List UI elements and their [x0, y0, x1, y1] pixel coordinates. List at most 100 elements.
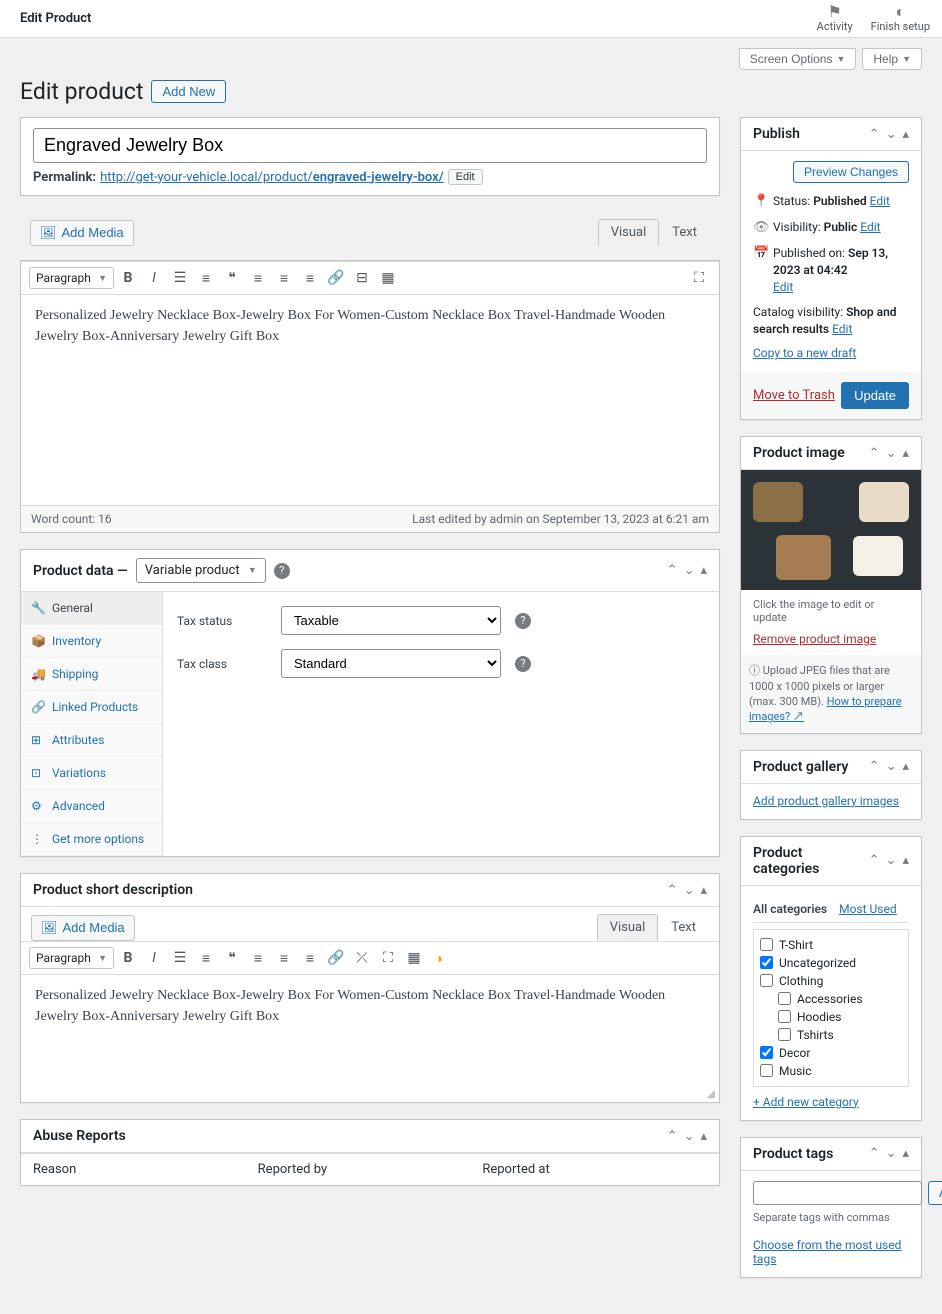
- chevron-up-icon[interactable]: ⌃: [869, 759, 880, 774]
- permalink-edit-button[interactable]: Edit: [448, 169, 483, 185]
- chevron-up-icon[interactable]: ⌃: [869, 853, 880, 868]
- align-right-icon[interactable]: ≡: [298, 946, 322, 970]
- more-options-tab[interactable]: ⋮Get more options: [21, 823, 162, 856]
- preview-changes-button[interactable]: Preview Changes: [793, 161, 909, 183]
- choose-popular-tags-link[interactable]: Choose from the most used tags: [753, 1238, 909, 1266]
- toggle-icon[interactable]: ▴: [902, 446, 909, 461]
- add-tag-button[interactable]: Add: [928, 1181, 942, 1205]
- toggle-icon[interactable]: ▴: [902, 853, 909, 868]
- bold-icon[interactable]: B: [116, 946, 140, 970]
- toggle-icon[interactable]: ▴: [902, 759, 909, 774]
- copy-draft-link[interactable]: Copy to a new draft: [753, 345, 856, 362]
- align-left-icon[interactable]: ≡: [246, 266, 270, 290]
- block-format-select-short[interactable]: Paragraph ▼: [29, 947, 114, 969]
- text-tab[interactable]: Text: [659, 219, 710, 246]
- category-checkbox[interactable]: [778, 992, 791, 1005]
- chevron-down-icon[interactable]: ⌄: [886, 127, 897, 142]
- help-icon[interactable]: ?: [515, 613, 531, 629]
- resize-handle[interactable]: ◢: [21, 1085, 719, 1102]
- add-new-button[interactable]: Add New: [151, 80, 226, 103]
- add-category-link[interactable]: + Add new category: [753, 1095, 859, 1109]
- add-gallery-images-link[interactable]: Add product gallery images: [753, 794, 899, 808]
- inventory-tab[interactable]: 📦Inventory: [21, 625, 162, 658]
- chevron-down-icon[interactable]: ⌄: [886, 853, 897, 868]
- category-checkbox[interactable]: [760, 938, 773, 951]
- main-content-editable[interactable]: Personalized Jewelry Necklace Box-Jewelr…: [21, 295, 719, 505]
- quote-icon[interactable]: ❝: [220, 266, 244, 290]
- tag-input[interactable]: [753, 1181, 922, 1205]
- number-list-icon[interactable]: ≡: [194, 266, 218, 290]
- tax-status-select[interactable]: Taxable: [281, 606, 501, 635]
- number-list-icon[interactable]: ≡: [194, 946, 218, 970]
- unlink-icon[interactable]: ⤫: [350, 946, 374, 970]
- product-title-input[interactable]: [33, 128, 707, 163]
- chevron-up-icon[interactable]: ⌃: [869, 446, 880, 461]
- finish-setup-button[interactable]: ◐ Finish setup: [871, 4, 930, 33]
- quote-icon[interactable]: ❝: [220, 946, 244, 970]
- chevron-up-icon[interactable]: ⌃: [667, 563, 678, 578]
- fullscreen-icon[interactable]: ⛶: [376, 946, 400, 970]
- linked-products-tab[interactable]: 🔗Linked Products: [21, 691, 162, 724]
- category-checkbox[interactable]: [760, 956, 773, 969]
- chevron-down-icon[interactable]: ⌄: [886, 1146, 897, 1161]
- attributes-tab[interactable]: ⊞Attributes: [21, 724, 162, 757]
- category-checkbox[interactable]: [778, 1028, 791, 1041]
- help-icon[interactable]: ?: [515, 656, 531, 672]
- bullet-list-icon[interactable]: ☰: [168, 946, 192, 970]
- italic-icon[interactable]: I: [142, 266, 166, 290]
- text-tab-short[interactable]: Text: [658, 914, 709, 941]
- shipping-tab[interactable]: 🚚Shipping: [21, 658, 162, 691]
- product-image-thumbnail[interactable]: [741, 470, 921, 590]
- category-checkbox[interactable]: [778, 1010, 791, 1023]
- visibility-edit-link[interactable]: Edit: [860, 220, 880, 234]
- variations-tab[interactable]: ⊡Variations: [21, 757, 162, 790]
- general-tab[interactable]: 🔧General: [21, 592, 162, 625]
- product-type-select[interactable]: Variable product ▼: [136, 558, 266, 583]
- tax-class-select[interactable]: Standard: [281, 649, 501, 678]
- move-to-trash-link[interactable]: Move to Trash: [753, 388, 835, 403]
- italic-icon[interactable]: I: [142, 946, 166, 970]
- status-edit-link[interactable]: Edit: [870, 194, 890, 208]
- update-button[interactable]: Update: [841, 382, 909, 409]
- toggle-icon[interactable]: ▴: [700, 883, 707, 898]
- category-checkbox[interactable]: [760, 974, 773, 987]
- toggle-icon[interactable]: ▴: [902, 127, 909, 142]
- screen-options-toggle[interactable]: Screen Options ▼: [739, 48, 857, 70]
- help-toggle[interactable]: Help ▼: [862, 48, 922, 70]
- short-desc-editable[interactable]: Personalized Jewelry Necklace Box-Jewelr…: [21, 975, 719, 1085]
- add-media-button-short[interactable]: 🖼 Add Media: [31, 915, 135, 941]
- link-icon[interactable]: 🔗: [324, 266, 348, 290]
- help-icon[interactable]: ?: [274, 563, 290, 579]
- published-edit-link[interactable]: Edit: [773, 280, 793, 294]
- chevron-down-icon[interactable]: ⌄: [684, 563, 695, 578]
- toggle-icon[interactable]: ▴: [902, 1146, 909, 1161]
- fullscreen-icon[interactable]: ⛶: [687, 266, 711, 290]
- catalog-edit-link[interactable]: Edit: [832, 322, 852, 336]
- chevron-down-icon[interactable]: ⌄: [886, 446, 897, 461]
- toolbar-toggle-icon[interactable]: ▦: [376, 266, 400, 290]
- visual-tab-short[interactable]: Visual: [597, 914, 659, 941]
- chevron-up-icon[interactable]: ⌃: [667, 1129, 678, 1144]
- chevron-down-icon[interactable]: ⌄: [886, 759, 897, 774]
- chevron-up-icon[interactable]: ⌃: [869, 127, 880, 142]
- activity-button[interactable]: ⚑ Activity: [817, 4, 853, 33]
- bold-icon[interactable]: B: [116, 266, 140, 290]
- chevron-up-icon[interactable]: ⌃: [869, 1146, 880, 1161]
- permalink-link[interactable]: http://get-your-vehicle.local/product/en…: [100, 170, 444, 185]
- visual-tab[interactable]: Visual: [598, 219, 660, 246]
- chevron-up-icon[interactable]: ⌃: [667, 883, 678, 898]
- chevron-down-icon[interactable]: ⌄: [684, 1129, 695, 1144]
- align-right-icon[interactable]: ≡: [298, 266, 322, 290]
- align-center-icon[interactable]: ≡: [272, 946, 296, 970]
- remove-image-link[interactable]: Remove product image: [753, 632, 876, 646]
- align-center-icon[interactable]: ≡: [272, 266, 296, 290]
- block-format-select[interactable]: Paragraph ▼: [29, 267, 114, 289]
- toggle-icon[interactable]: ▴: [700, 1129, 707, 1144]
- link-icon[interactable]: 🔗: [324, 946, 348, 970]
- align-left-icon[interactable]: ≡: [246, 946, 270, 970]
- special-icon[interactable]: ◗: [428, 946, 452, 970]
- read-more-icon[interactable]: ⊟: [350, 266, 374, 290]
- bullet-list-icon[interactable]: ☰: [168, 266, 192, 290]
- add-media-button[interactable]: 🖼 Add Media: [30, 220, 134, 246]
- toggle-icon[interactable]: ▴: [700, 563, 707, 578]
